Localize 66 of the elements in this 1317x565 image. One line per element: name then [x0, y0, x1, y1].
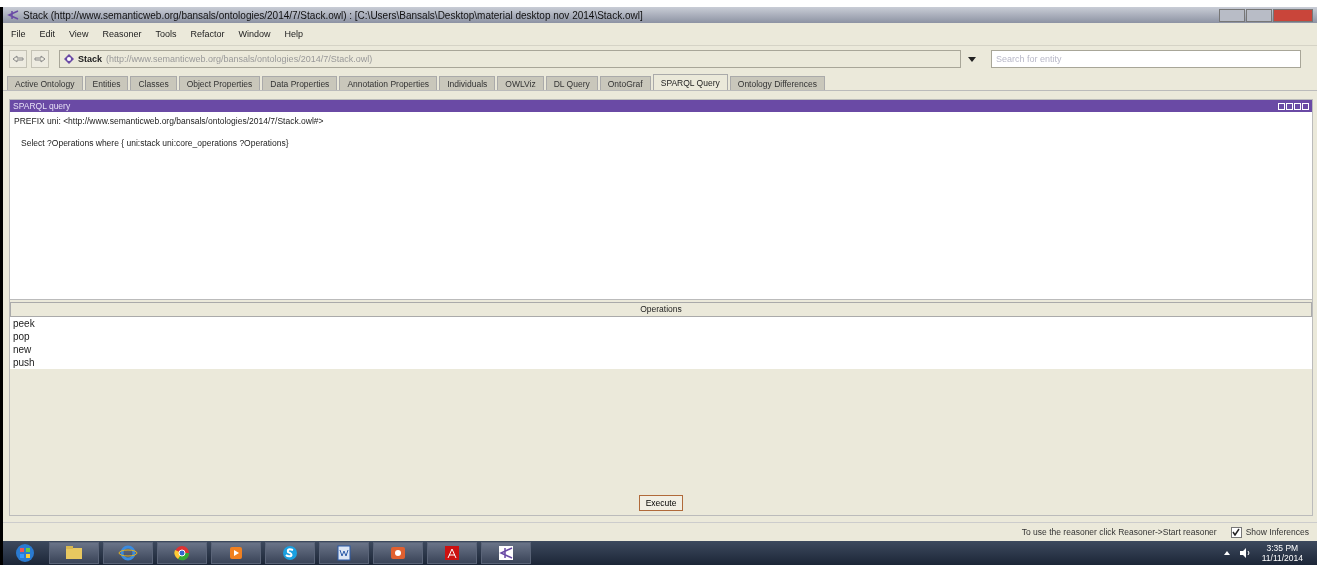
maximize-button[interactable]	[1246, 8, 1272, 22]
taskbar-button[interactable]	[373, 542, 423, 564]
right-arrow-icon	[34, 55, 46, 63]
tab[interactable]: OntoGraf	[599, 76, 651, 90]
protege-logo-icon	[496, 544, 516, 562]
checkbox[interactable]	[1230, 526, 1242, 538]
column-header: Operations	[10, 302, 1312, 317]
tab[interactable]: Individuals	[439, 76, 496, 90]
panel-title: SPARQL query	[13, 101, 71, 111]
table-cell-text: pop	[12, 330, 31, 343]
up-caret-icon	[1223, 551, 1230, 555]
ontology-name: Stack	[78, 54, 103, 64]
tab[interactable]: SPARQL Query	[652, 74, 728, 90]
close-button[interactable]	[1273, 8, 1313, 22]
table-cell-text: push	[12, 356, 36, 369]
tab[interactable]: DL Query	[545, 76, 598, 90]
tab[interactable]: OWLViz	[497, 76, 544, 90]
minimize-button[interactable]	[1219, 8, 1245, 22]
menu-item[interactable]: Window	[238, 29, 271, 39]
execute-button[interactable]: Execute	[638, 495, 684, 511]
search-field[interactable]: Search for entity	[991, 50, 1301, 68]
caret-icon	[968, 56, 976, 62]
query-line: Select ?Operations where { uni:stack uni:core_operations ?Operations}	[20, 138, 290, 149]
diamond-icon	[64, 54, 74, 64]
checkbox-label: Show Inferences	[1245, 527, 1309, 537]
menu-item[interactable]: Tools	[155, 29, 177, 39]
taskbar-button[interactable]	[49, 542, 99, 564]
taskbar-button[interactable]	[319, 542, 369, 564]
window-title: Stack (http://www.semanticweb.org/bansals/ontologies/2014/7/Stack.owl) : [C:\Users\Bansals\Desktop\material desktop nov 2014\Stack.owl]	[23, 9, 644, 21]
table-cell-text: peek	[12, 317, 36, 330]
tab[interactable]: Data Properties	[262, 76, 338, 90]
taskbar-button[interactable]	[265, 542, 315, 564]
presentation-icon	[388, 544, 408, 562]
tab[interactable]: Classes	[130, 76, 177, 90]
pdf-icon	[442, 544, 462, 562]
ontology-uri: (http://www.semanticweb.org/bansals/ontologies/2014/7/Stack.owl)	[106, 54, 373, 64]
speaker-icon	[1239, 548, 1252, 558]
left-arrow-icon	[12, 55, 24, 63]
chat-s-icon	[280, 544, 300, 562]
chrome-icon	[172, 544, 192, 562]
taskbar-button[interactable]	[157, 542, 207, 564]
browser-e-icon	[118, 544, 138, 562]
clock-date: 11/11/2014	[1261, 553, 1303, 563]
menu-item[interactable]: Reasoner	[102, 29, 142, 39]
query-editor[interactable]: PREFIX uni: <http://www.semanticweb.org/bansals/ontologies/2014/7/Stack.owl#> Select ?Operations where { uni:stack uni:core_operations ?Operations}	[10, 112, 1312, 300]
tab[interactable]: Active Ontology	[7, 76, 83, 90]
query-line: PREFIX uni: <http://www.semanticweb.org/bansals/ontologies/2014/7/Stack.owl#>	[14, 116, 325, 127]
ontology-address-field[interactable]: Stack (http://www.semanticweb.org/bansals/ontologies/2014/7/Stack.owl)	[59, 50, 961, 68]
clock-time: 3:35 PM	[1266, 543, 1299, 553]
checkmark-icon	[1232, 528, 1241, 536]
taskbar-button[interactable]	[481, 542, 531, 564]
tab[interactable]: Object Properties	[178, 76, 261, 90]
menu-item[interactable]: Edit	[39, 29, 56, 39]
menu-item[interactable]: Refactor	[190, 29, 225, 39]
menu-item[interactable]: Help	[284, 29, 303, 39]
status-message: To use the reasoner click Reasoner->Start reasoner	[1021, 527, 1217, 537]
folder-icon	[64, 544, 84, 562]
tab[interactable]: Ontology Differences	[729, 76, 825, 90]
word-document-icon	[334, 544, 354, 562]
menu-item[interactable]: File	[11, 29, 26, 39]
app-logo-icon	[7, 10, 19, 20]
tab[interactable]: Annotation Properties	[339, 76, 438, 90]
menu-item[interactable]: View	[69, 29, 89, 39]
windows-logo-icon	[15, 543, 35, 563]
table-cell-text: new	[12, 343, 33, 356]
tab[interactable]: Entities	[84, 76, 129, 90]
